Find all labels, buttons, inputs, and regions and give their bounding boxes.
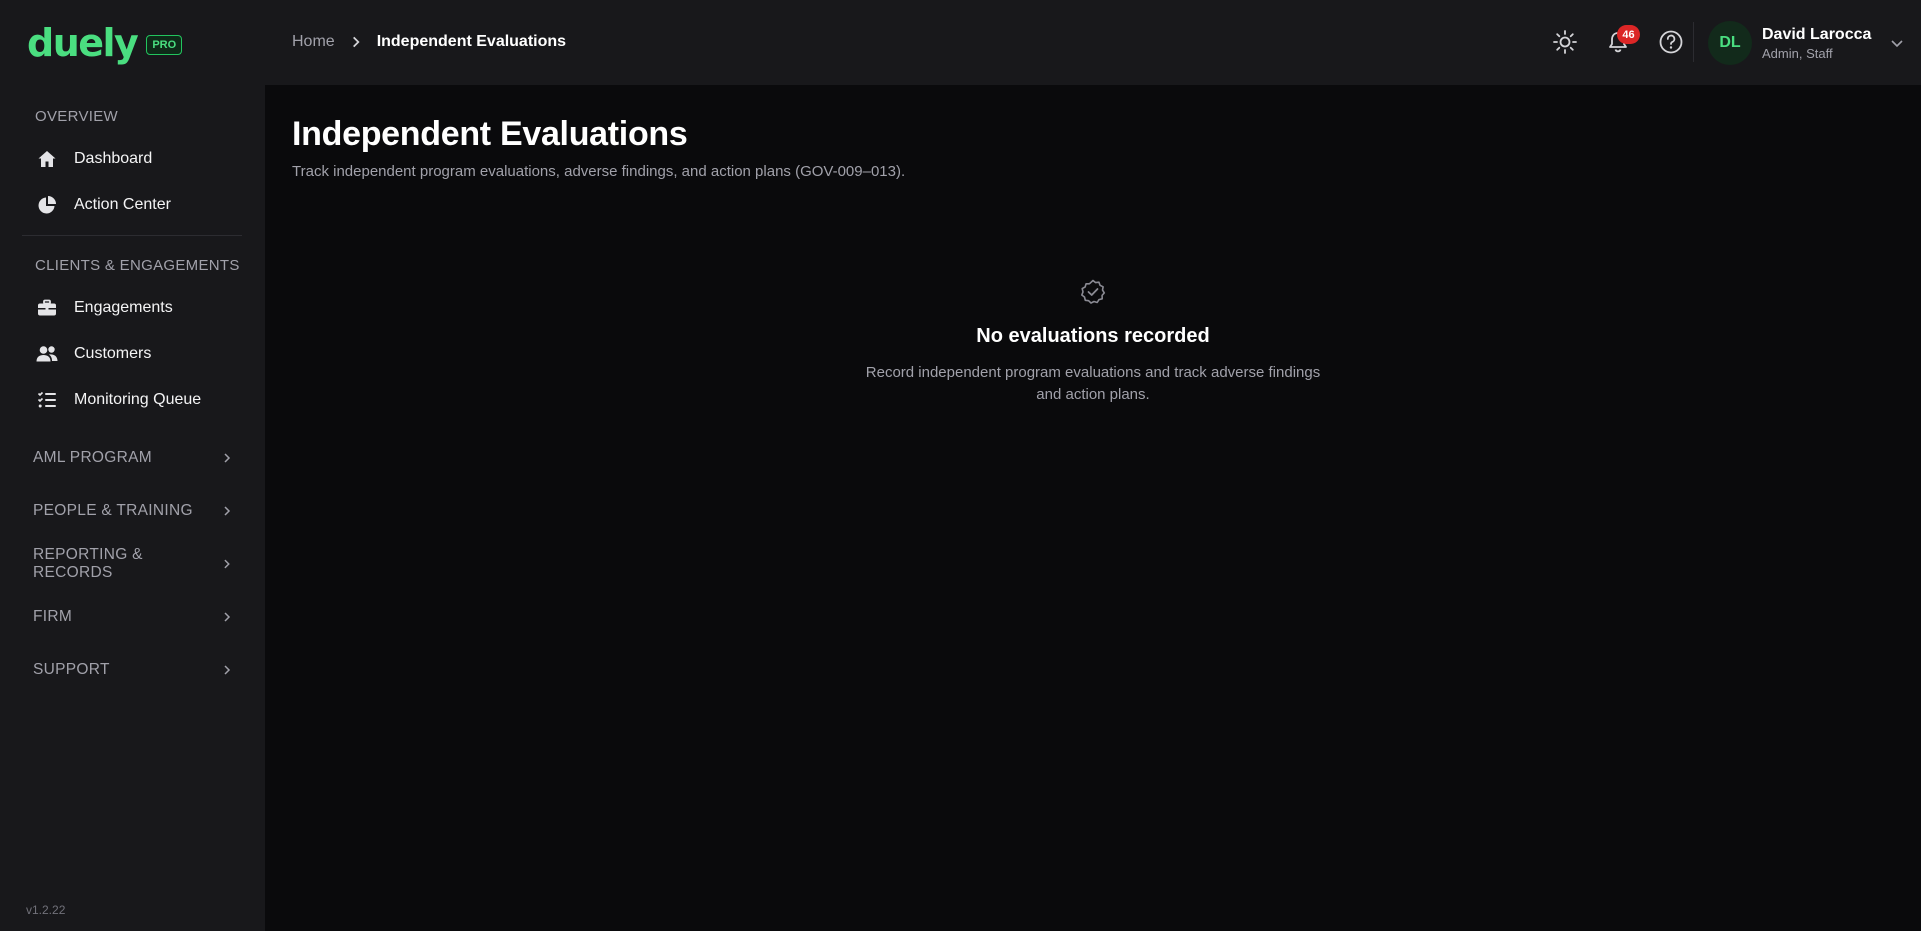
- user-name: David Larocca: [1762, 25, 1872, 43]
- page-subtitle: Track independent program evaluations, a…: [292, 163, 906, 180]
- section-label-clients-engagements: CLIENTS & ENGAGEMENTS: [35, 257, 240, 274]
- sidebar-item-engagements[interactable]: Engagements: [35, 289, 245, 327]
- breadcrumb-current: Independent Evaluations: [376, 33, 567, 50]
- sidebar-group-label: PEOPLE & TRAINING: [33, 502, 193, 519]
- empty-state-title: No evaluations recorded: [976, 325, 1210, 347]
- sidebar-group-label: REPORTING & RECORDS: [33, 546, 143, 581]
- empty-state: No evaluations recorded Record independe…: [265, 278, 1921, 406]
- chevron-right-icon: [349, 35, 363, 49]
- chevron-right-icon: [224, 665, 231, 675]
- sun-icon: [1553, 30, 1577, 54]
- sidebar-item-label: Dashboard: [74, 150, 153, 167]
- sidebar-group-aml-program[interactable]: AML PROGRAM: [33, 443, 233, 473]
- brand-logo[interactable]: duely PRO: [27, 21, 183, 65]
- breadcrumb-home-link[interactable]: Home: [292, 33, 335, 51]
- user-menu[interactable]: DL David Larocca Admin, Staff: [1708, 21, 1905, 65]
- sidebar-item-monitoring-queue[interactable]: Monitoring Queue: [35, 381, 245, 419]
- app-root: duely PRO OVERVIEW Dashboard Action Cent…: [0, 0, 1921, 931]
- sidebar-item-label: Monitoring Queue: [74, 391, 202, 408]
- sidebar-group-label: FIRM: [33, 608, 73, 625]
- user-info: David Larocca Admin, Staff: [1762, 26, 1871, 61]
- notification-count-badge: 46: [1617, 25, 1640, 44]
- sidebar-group-people-training[interactable]: PEOPLE & TRAINING: [33, 496, 233, 526]
- help-circle-icon: [1659, 30, 1683, 54]
- sidebar-divider: [22, 235, 242, 236]
- top-header: Home Independent Evaluations 46 DL David…: [265, 0, 1921, 85]
- list-check-icon: [35, 388, 59, 412]
- sidebar-group-reporting-records[interactable]: REPORTING & RECORDS: [33, 546, 233, 581]
- avatar: DL: [1708, 21, 1752, 65]
- chevron-down-icon: [1891, 40, 1903, 48]
- home-icon: [35, 147, 59, 171]
- header-divider: [1693, 22, 1694, 62]
- sidebar-item-label: Engagements: [74, 299, 173, 316]
- pro-badge: PRO: [146, 35, 183, 55]
- page-title: Independent Evaluations: [292, 115, 688, 153]
- user-role: Admin, Staff: [1762, 45, 1833, 61]
- sidebar: duely PRO OVERVIEW Dashboard Action Cent…: [0, 0, 265, 931]
- main-content: Independent Evaluations Track independen…: [265, 85, 1921, 931]
- logo-text: duely: [27, 21, 139, 65]
- sidebar-item-label: Action Center: [74, 196, 171, 213]
- breadcrumb: Home Independent Evaluations: [292, 33, 566, 51]
- users-icon: [35, 342, 59, 366]
- pie-chart-icon: [35, 193, 59, 217]
- empty-state-description: Record independent program evaluations a…: [865, 364, 1321, 403]
- chevron-right-icon: [224, 506, 231, 516]
- sidebar-item-dashboard[interactable]: Dashboard: [35, 140, 245, 178]
- chevron-right-icon: [224, 612, 231, 622]
- briefcase-icon: [35, 296, 59, 320]
- sidebar-item-customers[interactable]: Customers: [35, 335, 245, 373]
- theme-toggle-button[interactable]: [1547, 24, 1583, 60]
- sidebar-item-label: Customers: [74, 345, 152, 362]
- sidebar-group-label: AML PROGRAM: [33, 449, 152, 466]
- chevron-right-icon: [224, 453, 231, 463]
- help-button[interactable]: [1653, 24, 1689, 60]
- sidebar-item-action-center[interactable]: Action Center: [35, 186, 245, 224]
- sidebar-group-firm[interactable]: FIRM: [33, 602, 233, 632]
- app-version: v1.2.22: [26, 903, 66, 917]
- badge-check-icon: [1081, 279, 1106, 304]
- sidebar-group-label: SUPPORT: [33, 661, 110, 678]
- sidebar-group-support[interactable]: SUPPORT: [33, 655, 233, 685]
- chevron-right-icon: [224, 559, 231, 569]
- notifications-button[interactable]: 46: [1600, 24, 1640, 60]
- section-label-overview: OVERVIEW: [35, 108, 118, 125]
